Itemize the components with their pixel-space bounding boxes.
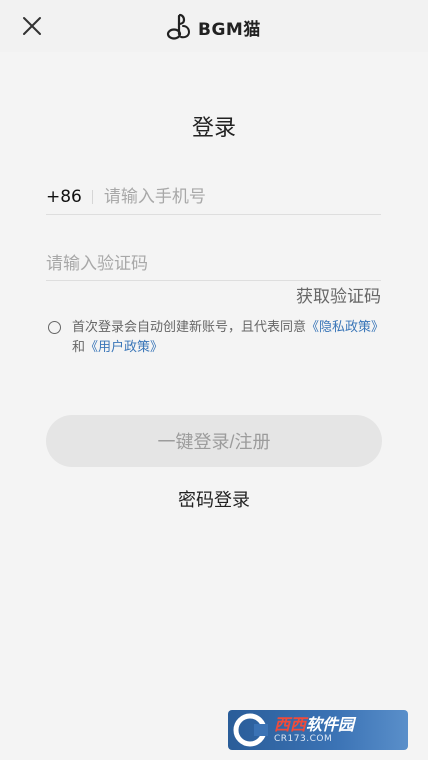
agreement: 首次登录会自动创建新账号，且代表同意《隐私政策》 和《用户政策》 [48,318,388,358]
watermark-main-red: 西西 [274,714,307,734]
close-button[interactable] [18,12,46,40]
close-icon [23,17,41,35]
password-login-link[interactable]: 密码登录 [0,486,428,512]
user-policy-link[interactable]: 《用户政策》 [85,340,163,355]
phone-field-row: +86 [46,180,381,215]
agree-radio[interactable] [48,321,61,334]
agreement-text: 首次登录会自动创建新账号，且代表同意《隐私政策》 和《用户政策》 [72,318,388,358]
verification-code-input[interactable] [46,254,381,274]
code-field-row [46,248,381,281]
agreement-prefix: 首次登录会自动创建新账号，且代表同意 [72,320,307,335]
divider [91,190,93,204]
one-click-login-button[interactable]: 一键登录/注册 [46,415,382,467]
phone-input[interactable] [103,187,381,207]
watermark-sub: CR173.COM [274,733,333,744]
country-code-selector[interactable]: +86 [46,187,82,207]
watermark-logo-icon [233,713,268,747]
brand: BGM猫 [164,12,261,42]
watermark-main-white: 软件园 [306,714,355,734]
brand-name: BGM猫 [198,19,261,40]
top-bar: BGM猫 [0,0,428,52]
watermark: 西西软件园 CR173.COM [228,710,408,750]
agreement-and: 和 [72,340,86,355]
privacy-policy-link[interactable]: 《隐私政策》 [306,320,384,335]
get-code-button[interactable]: 获取验证码 [296,282,381,307]
music-note-logo-icon [166,13,191,40]
page-title: 登录 [191,116,236,141]
